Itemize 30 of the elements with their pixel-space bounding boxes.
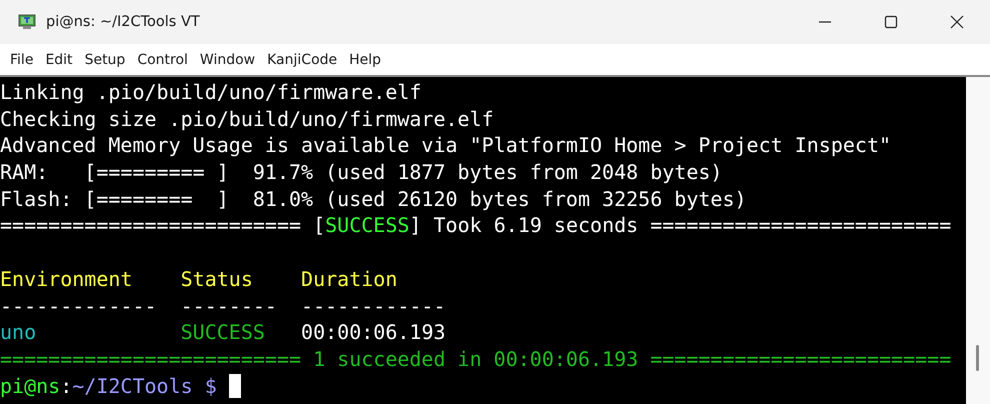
- window-title: pi@ns: ~/I2CTools VT: [46, 14, 200, 30]
- menu-item[interactable]: KanjiCode: [261, 50, 344, 70]
- terminal-text: RAM: [========= ] 91.7% (used 1877 bytes from 2048 bytes): [0, 159, 722, 186]
- scrollbar[interactable]: [966, 77, 990, 404]
- terminal-text: Environment Status Duration: [0, 266, 398, 293]
- terminal-text: ] Took 6.19 seconds =========================: [409, 212, 952, 240]
- terminal-text: uno: [0, 319, 36, 346]
- terminal-text: Advanced Memory Usage is available via "PlatformIO Home > Project Inspect": [0, 132, 892, 160]
- terminal-text: Linking .pio/build/uno/firmware.elf: [0, 79, 422, 106]
- terminal-text: Flash: [======== ] 81.0% (used 26120 bytes from 32256 bytes): [0, 186, 747, 212]
- terminal-text: Checking size .pio/build/uno/firmware.elf: [0, 106, 494, 132]
- menu-item[interactable]: Window: [194, 50, 262, 70]
- close-icon: [950, 15, 964, 29]
- menu-item[interactable]: Help: [343, 50, 388, 70]
- menu-item[interactable]: Setup: [78, 50, 132, 70]
- menu-item[interactable]: File: [4, 50, 40, 70]
- scrollbar-thumb[interactable]: [976, 345, 979, 371]
- menu-item[interactable]: Edit: [39, 50, 79, 70]
- terminal-app-icon: [18, 14, 36, 30]
- terminal-text: :: [60, 372, 72, 400]
- menu-item[interactable]: Control: [131, 50, 194, 70]
- terminal-text: SUCCESS: [325, 212, 410, 240]
- terminal-text: SUCCESS: [180, 319, 265, 346]
- terminal-text: 00:00:06.193: [300, 319, 446, 346]
- maximize-icon: [884, 15, 898, 29]
- terminal-text: pi@ns: [0, 372, 60, 400]
- terminal-text: ========================= [: [0, 212, 326, 240]
- terminal-text: ========================= 1 succeeded in 00:00:06.193 =========================: [0, 346, 952, 373]
- terminal-text: ------------- -------- ------------: [0, 292, 446, 320]
- terminal-text: ~/I2CTools $: [72, 372, 217, 400]
